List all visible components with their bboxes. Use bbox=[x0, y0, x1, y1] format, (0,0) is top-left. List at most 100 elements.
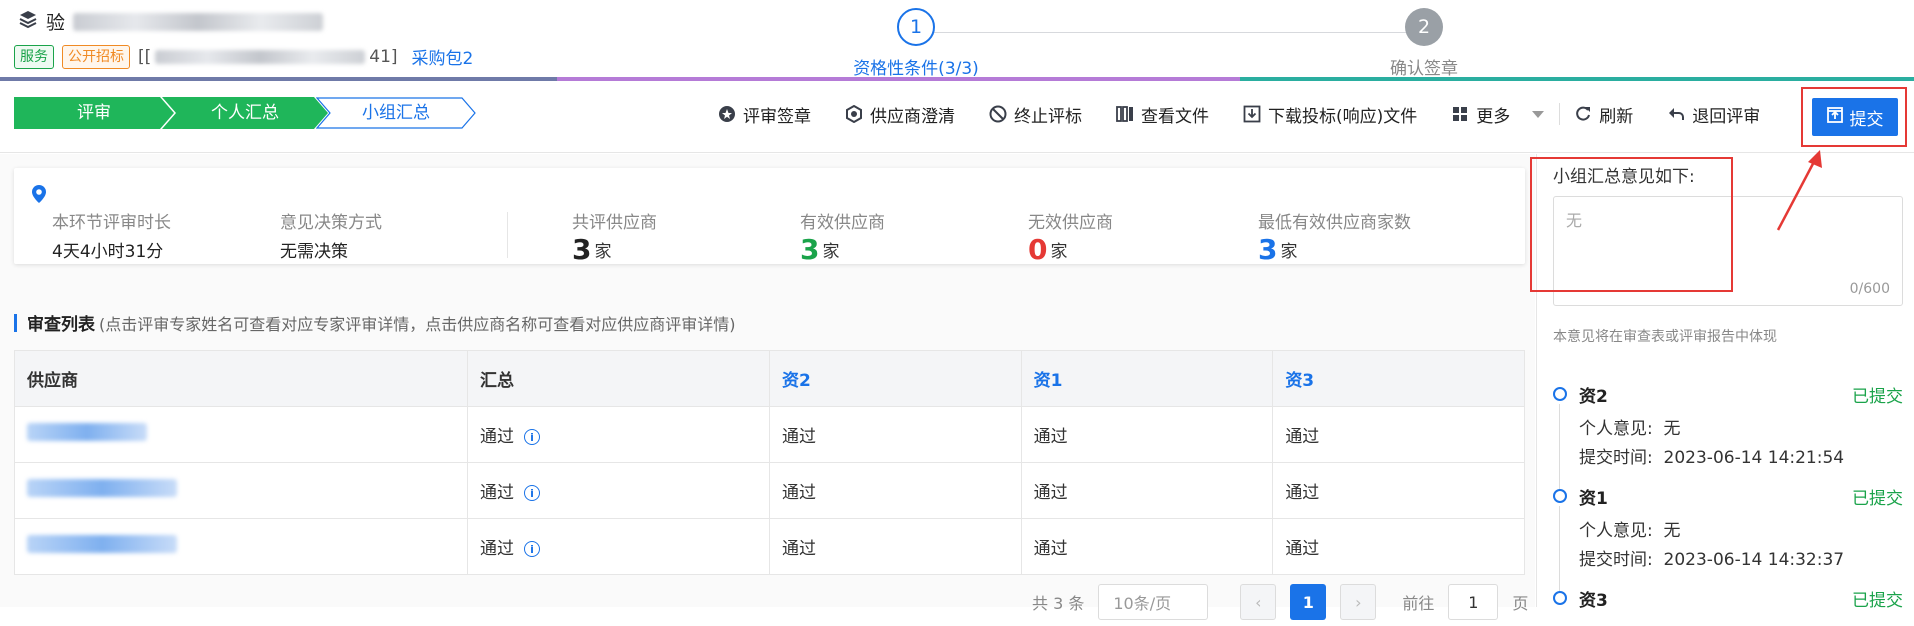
return-review-button[interactable]: 退回评审 bbox=[1667, 102, 1760, 127]
col-qual-3[interactable]: 资3 bbox=[1272, 350, 1525, 407]
result-cell: 通过 bbox=[1272, 518, 1525, 575]
files-icon bbox=[1116, 105, 1134, 123]
main-content: 本环节评审时长 4天4小时31分 意见决策方式 无需决策 共评供应商 3家 有效… bbox=[0, 154, 1535, 620]
view-files-button[interactable]: 查看文件 bbox=[1116, 102, 1209, 127]
page-size-select[interactable]: 10条/页 bbox=[1098, 584, 1209, 620]
result-cell: 通过 bbox=[1020, 518, 1274, 575]
supplier-name-link[interactable] bbox=[14, 406, 468, 463]
summary-cell: 通过 i bbox=[467, 518, 770, 575]
timeline-dot bbox=[1553, 387, 1567, 401]
summary-cell: 通过 i bbox=[467, 462, 770, 519]
sign-button[interactable]: 评审签章 bbox=[718, 102, 811, 127]
page-header: 验 服务 公开招标 [[ 41] 采购包2 1 资格性条件(3/3) 2 确认签… bbox=[0, 0, 1914, 80]
result-cell: 通过 bbox=[1020, 462, 1274, 519]
upload-icon bbox=[1826, 106, 1843, 128]
project-title-prefix: 验 bbox=[46, 12, 66, 34]
supplier-name-link[interactable] bbox=[14, 462, 468, 519]
step-2-label: 确认签章 bbox=[1390, 59, 1458, 79]
clarify-button[interactable]: 供应商澄清 bbox=[845, 102, 955, 127]
goto-input[interactable]: 1 bbox=[1448, 584, 1499, 620]
refresh-button[interactable]: 刷新 bbox=[1574, 102, 1633, 127]
table-header-row: 供应商 汇总 资2 资1 资3 bbox=[14, 350, 1525, 407]
table-row: 通过 i 通过 通过 通过 bbox=[14, 406, 1525, 463]
stop-icon bbox=[989, 105, 1007, 123]
project-title: 验 bbox=[18, 8, 324, 35]
tag-open-bid: 公开招标 bbox=[62, 44, 130, 69]
caret-down-icon bbox=[1531, 104, 1545, 124]
info-icon[interactable]: i bbox=[524, 485, 540, 501]
result-cell: 通过 bbox=[769, 462, 1022, 519]
timeline-dot bbox=[1553, 591, 1567, 605]
project-code-redacted bbox=[155, 49, 366, 64]
project-title-redacted bbox=[73, 12, 324, 31]
pagination-total: 共 3 条 bbox=[1032, 594, 1085, 613]
timeline-item: 资3 已提交 bbox=[1553, 586, 1903, 611]
more-dropdown[interactable]: 更多 bbox=[1451, 102, 1545, 127]
submit-highlight: 提交 bbox=[1801, 87, 1907, 147]
tag-service: 服务 bbox=[14, 44, 54, 69]
breadcrumb-personal-summary[interactable]: 个人汇总 bbox=[162, 97, 328, 129]
stat-invalid-suppliers: 无效供应商 0家 bbox=[1028, 213, 1113, 266]
layers-icon bbox=[18, 9, 38, 34]
annotation-arrow-icon bbox=[1776, 150, 1822, 231]
breadcrumb: 评审 个人汇总 小组汇总 bbox=[14, 97, 476, 129]
review-list-title: 审查列表 (点击评审专家姓名可查看对应专家评审详情，点击供应商名称可查看对应供应… bbox=[14, 310, 736, 335]
opinion-note: 本意见将在审查表或评审报告中体现 bbox=[1553, 329, 1777, 345]
breadcrumb-review[interactable]: 评审 bbox=[14, 97, 174, 129]
stat-duration: 本环节评审时长 4天4小时31分 bbox=[52, 213, 171, 262]
download-button[interactable]: 下载投标(响应)文件 bbox=[1243, 102, 1417, 127]
package-link[interactable]: 采购包2 bbox=[412, 44, 474, 69]
review-table: 供应商 汇总 资2 资1 资3 通过 i 通过 通过 通过 通过 i 通过 通过 通… bbox=[14, 350, 1525, 575]
terminate-button[interactable]: 终止评标 bbox=[989, 102, 1082, 127]
timeline-item: 资1 已提交 个人意见: 无 提交时间: 2023-06-14 14:32:37 bbox=[1553, 484, 1903, 598]
download-icon bbox=[1243, 105, 1261, 123]
stats-divider bbox=[507, 212, 508, 258]
breadcrumb-group-summary[interactable]: 小组汇总 bbox=[316, 97, 476, 129]
col-summary: 汇总 bbox=[467, 350, 770, 407]
result-cell: 通过 bbox=[1272, 462, 1525, 519]
stat-total-suppliers: 共评供应商 3家 bbox=[572, 213, 657, 266]
supplier-name-link[interactable] bbox=[14, 518, 468, 575]
summary-cell: 通过 i bbox=[467, 406, 770, 463]
step-qualification[interactable]: 1 资格性条件(3/3) bbox=[816, 8, 1016, 79]
submission-timeline: 资2 已提交 个人意见: 无 提交时间: 2023-06-14 14:21:54 … bbox=[1553, 382, 1903, 626]
table-row: 通过 i 通过 通过 通过 bbox=[14, 462, 1525, 519]
project-tags: 服务 公开招标 [[ 41] 采购包2 bbox=[14, 44, 473, 69]
col-qual-2[interactable]: 资2 bbox=[769, 350, 1022, 407]
result-cell: 通过 bbox=[1272, 406, 1525, 463]
char-counter: 0/600 bbox=[1849, 281, 1890, 297]
location-pin-icon bbox=[30, 184, 48, 208]
hexagon-icon bbox=[845, 105, 863, 123]
stepper: 1 资格性条件(3/3) 2 确认签章 bbox=[840, 8, 1600, 79]
refresh-icon bbox=[1574, 105, 1592, 123]
stats-card: 本环节评审时长 4天4小时31分 意见决策方式 无需决策 共评供应商 3家 有效… bbox=[14, 168, 1525, 264]
submit-button[interactable]: 提交 bbox=[1812, 98, 1898, 136]
toolbar: 评审 个人汇总 小组汇总 评审签章 供应商澄清 终止评标 查看文件 下载投标(响… bbox=[0, 81, 1914, 153]
page-unit: 页 bbox=[1512, 594, 1529, 613]
toolbar-divider bbox=[1559, 103, 1561, 125]
seal-icon bbox=[718, 105, 736, 123]
step-1-label: 资格性条件(3/3) bbox=[853, 59, 979, 79]
result-cell: 通过 bbox=[769, 406, 1022, 463]
info-icon[interactable]: i bbox=[524, 541, 540, 557]
result-cell: 通过 bbox=[769, 518, 1022, 575]
pagination: 共 3 条 10条/页 ‹ 1 › 前往 1 页 bbox=[1032, 584, 1528, 620]
timeline-dot bbox=[1553, 489, 1567, 503]
col-supplier: 供应商 bbox=[14, 350, 468, 407]
stat-valid-suppliers: 有效供应商 3家 bbox=[800, 213, 885, 266]
result-cell: 通过 bbox=[1020, 406, 1274, 463]
step-confirm-sign[interactable]: 2 确认签章 bbox=[1374, 8, 1474, 79]
goto-label: 前往 bbox=[1402, 594, 1435, 613]
col-qual-1[interactable]: 资1 bbox=[1020, 350, 1274, 407]
project-code: [[ 41] bbox=[138, 46, 398, 67]
page-button-current[interactable]: 1 bbox=[1290, 584, 1327, 620]
info-icon[interactable]: i bbox=[524, 429, 540, 445]
table-row: 通过 i 通过 通过 通过 bbox=[14, 518, 1525, 575]
step-1-circle: 1 bbox=[897, 8, 935, 46]
grid-icon bbox=[1451, 105, 1469, 123]
stat-min-valid-suppliers: 最低有效供应商家数 3家 bbox=[1258, 213, 1411, 266]
next-page-button[interactable]: › bbox=[1340, 584, 1377, 620]
step-2-circle: 2 bbox=[1405, 8, 1443, 46]
return-icon bbox=[1667, 105, 1685, 123]
prev-page-button[interactable]: ‹ bbox=[1240, 584, 1277, 620]
